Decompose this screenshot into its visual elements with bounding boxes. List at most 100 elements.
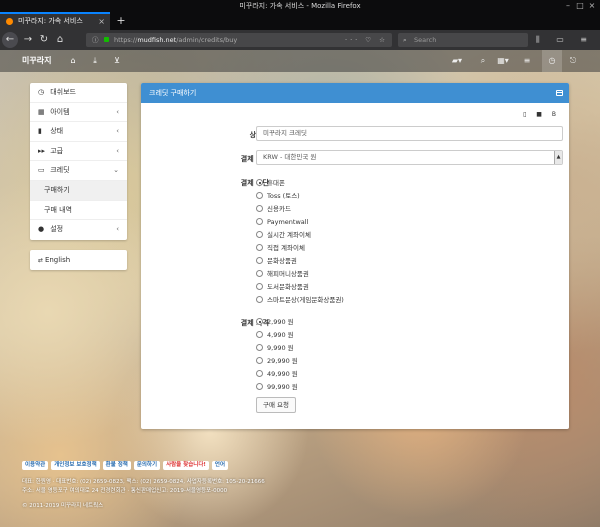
footer-link-privacy[interactable]: 개인정보 보호정책 [51, 461, 100, 470]
user-icon: ● [38, 225, 45, 234]
footer-link-refund[interactable]: 환불 정책 [102, 461, 131, 470]
method-radio-card[interactable]: 신용카드 [256, 203, 291, 215]
radio-dot [256, 344, 263, 351]
sidebar-item-advanced[interactable]: ▸▸ 고급 ‹ [30, 142, 127, 162]
radio-dot [256, 283, 263, 290]
tab-title: 미꾸라지: 가속 서비스 [18, 17, 83, 25]
language-selector[interactable]: ⇄ English [30, 250, 127, 270]
forward-icon[interactable]: → [20, 32, 36, 48]
footer-link-recruit[interactable]: 사람을 찾습니다! [163, 461, 209, 470]
cart-icon[interactable]: ⊻ [110, 50, 124, 72]
method-radio-phone[interactable]: 휴대폰 [256, 177, 285, 189]
search-input[interactable]: ⌕ Search [398, 33, 528, 47]
radio-dot [256, 257, 263, 264]
sidebar-item-credits[interactable]: ▭ 크레딧 ⌄ [30, 161, 127, 181]
radio-dot [256, 205, 263, 212]
notification-clock-icon[interactable]: ◷ [542, 50, 562, 72]
radio-label: 9,990 원 [267, 344, 294, 352]
footer-links: 이용약관 개인정보 보호정책 환불 정책 문의하기 사람을 찾습니다! 언어 [22, 460, 582, 470]
company-info-line: 대표: 한원영 · 대표번호: (02) 2659-0823, 팩스: (02)… [22, 479, 265, 485]
method-radio-book-voucher[interactable]: 도서문화상품권 [256, 281, 309, 293]
price-radio-49990[interactable]: 49,990 원 [256, 368, 298, 380]
radio-label: Paymentwall [267, 218, 309, 226]
chevron-down-icon: ⌄ [113, 166, 119, 175]
maximize-icon[interactable]: □ [576, 0, 584, 12]
reload-icon[interactable]: ↻ [36, 32, 52, 48]
brand-logo[interactable]: 미꾸라지 [22, 50, 51, 72]
new-tab-icon[interactable]: + [114, 12, 128, 30]
sidebar-item-settings[interactable]: ● 설정 ‹ [30, 220, 127, 240]
radio-label: 문화상품권 [267, 257, 297, 265]
firefox-favicon-icon [6, 18, 13, 25]
method-radio-paymentwall[interactable]: Paymentwall [256, 216, 308, 228]
radio-dot [256, 270, 263, 277]
url-bar[interactable]: ⓘ https://mudfish.net/admin/credits/buy … [86, 33, 392, 47]
footer-link-terms[interactable]: 이용약관 [22, 461, 49, 470]
download-icon[interactable]: ⤓ [88, 50, 102, 72]
price-radio-99990[interactable]: 99,990 원 [256, 381, 298, 393]
lock-icon [104, 37, 109, 42]
sidebar-item-label: 설정 [50, 225, 64, 234]
chevron-left-icon: ‹ [116, 225, 119, 234]
back-icon[interactable]: ← [2, 32, 18, 48]
page-actions-icon[interactable]: ··· ♡ ☆ [345, 33, 388, 47]
sidebar-item-label: 구매하기 [44, 185, 70, 194]
panel-header: 크레딧 구매하기 [141, 83, 569, 103]
radio-label: 4,990 원 [267, 331, 294, 339]
items-icon: ▦ [38, 107, 45, 116]
price-radio-9990[interactable]: 9,990 원 [256, 342, 294, 354]
logout-icon[interactable]: ⎋ [566, 50, 580, 72]
price-radio-4990[interactable]: 4,990 원 [256, 329, 294, 341]
radio-dot [256, 370, 263, 377]
currency-select[interactable]: KRW - 대한민국 원 ▲ [256, 150, 563, 165]
navigation-toolbar: ← → ↻ ⌂ ⓘ https://mudfish.net/admin/cred… [0, 30, 600, 50]
apps-grid-icon[interactable]: ▦▾ [496, 50, 510, 72]
sidebar-item-dashboard[interactable]: ◷ 대쉬보드 [30, 83, 127, 103]
sidebar-subitem-buy[interactable]: 구매하기 [30, 180, 127, 201]
home-icon[interactable]: ⌂ [52, 32, 68, 48]
fast-forward-icon: ▸▸ [38, 146, 46, 155]
purchase-request-button[interactable]: 구매 요청 [256, 397, 296, 413]
sidebar-item-status[interactable]: ▮ 상태 ‹ [30, 122, 127, 142]
sidebar-item-items[interactable]: ▦ 아이템 ‹ [30, 103, 127, 123]
site-info-icon[interactable]: ⓘ [92, 33, 99, 47]
sidebar-item-label: 고급 [50, 146, 64, 155]
currency-value: KRW - 대한민국 원 [263, 153, 317, 161]
radio-dot [256, 318, 263, 325]
radio-label: 도서문화상품권 [267, 283, 309, 291]
tab-close-icon[interactable]: × [98, 14, 105, 29]
chevron-left-icon: ‹ [116, 146, 119, 155]
minimize-icon[interactable]: – [564, 0, 572, 12]
price-radio-2990[interactable]: 2,990 원 [256, 316, 294, 328]
method-radio-culture-voucher[interactable]: 문화상품권 [256, 255, 297, 267]
method-radio-happymoney[interactable]: 해피머니상품권 [256, 268, 309, 280]
home-icon[interactable]: ⌂ [66, 50, 80, 72]
sidebar-subitem-history[interactable]: 구매 내역 [30, 200, 127, 221]
size-toggle-icons[interactable]: ▯ ■ B [523, 111, 560, 118]
method-radio-toss[interactable]: Toss (토스) [256, 190, 300, 202]
select-arrow-icon: ▲ [554, 151, 562, 164]
footer-link-contact[interactable]: 문의하기 [133, 461, 161, 470]
price-radio-29990[interactable]: 29,990 원 [256, 355, 298, 367]
close-window-icon[interactable]: × [588, 0, 596, 12]
bar-chart-icon: ▮ [38, 127, 42, 136]
window-title: 미꾸라지: 가속 서비스 - Mozilla Firefox [239, 2, 361, 10]
sidebar-item-label: 크레딧 [50, 166, 70, 175]
radio-dot [256, 244, 263, 251]
library-sidebar-menu-icons[interactable]: ⫼ ▭ ≡ [536, 32, 594, 48]
credit-card-icon: ▭ [38, 166, 45, 175]
radio-dot [256, 179, 263, 186]
search-icon: ⌕ [403, 36, 407, 44]
company-info-line: 주소: 서울 영등포구 여의대로 24 전경련회관 · 통신판매업신고: 201… [22, 488, 228, 494]
search-icon[interactable]: ⌕ [476, 50, 490, 72]
footer-link-language[interactable]: 언어 [211, 461, 229, 470]
method-radio-smart-voucher[interactable]: 스마트문상(게임문화상품권) [256, 294, 344, 306]
method-radio-direct-transfer[interactable]: 직접 계좌이체 [256, 242, 305, 254]
radio-label: 99,990 원 [267, 383, 298, 391]
browser-tab[interactable]: 미꾸라지: 가속 서비스 × [0, 12, 110, 30]
method-radio-realtime-transfer[interactable]: 실시간 계좌이체 [256, 229, 311, 241]
menu-icon[interactable]: ≡ [520, 50, 534, 72]
chevron-left-icon: ‹ [116, 127, 119, 136]
chat-icon[interactable]: ▰▾ [450, 50, 464, 72]
credit-card-icon [556, 90, 563, 96]
